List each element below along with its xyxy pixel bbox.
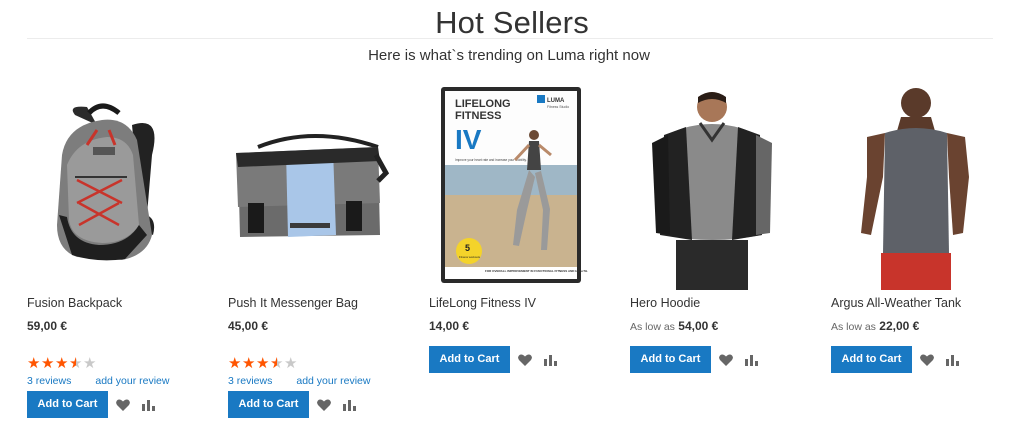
heart-icon[interactable] (316, 397, 332, 413)
add-to-cart-button[interactable]: Add to Cart (831, 346, 912, 373)
dvd-badge-number: 5 (465, 243, 470, 253)
product-card: Hero Hoodie As low as 54,00 € Add to Car… (630, 85, 810, 445)
product-card: Push It Messenger Bag 45,00 € ★★★★★ 3 re… (228, 85, 408, 445)
product-name[interactable]: LifeLong Fitness IV (429, 296, 536, 310)
heart-icon[interactable] (919, 352, 935, 368)
product-card: Argus All-Weather Tank As low as 22,00 €… (831, 85, 1011, 445)
dvd-title-1: LIFELONG (455, 98, 511, 110)
add-to-cart-button[interactable]: Add to Cart (27, 391, 108, 418)
dvd-title-3: IV (455, 124, 482, 155)
product-price: 14,00 € (429, 319, 470, 333)
star-icon: ★ (270, 355, 284, 372)
product-name[interactable]: Argus All-Weather Tank (831, 296, 961, 310)
product-price: 45,00 € (228, 319, 269, 333)
product-name[interactable]: Hero Hoodie (630, 296, 700, 310)
product-price: 59,00 € (27, 319, 68, 333)
section-title: Hot Sellers (435, 5, 589, 40)
product-name[interactable]: Push It Messenger Bag (228, 296, 358, 310)
star-icon: ★ (242, 355, 256, 372)
title-divider (27, 38, 993, 39)
reviews-count-link[interactable]: 3 reviews (228, 375, 272, 387)
product-image-messenger-bag[interactable] (228, 85, 398, 290)
heart-icon[interactable] (115, 397, 131, 413)
reviews-count-link[interactable]: 3 reviews (27, 375, 71, 387)
as-low-as-label: As low as (630, 321, 675, 333)
dvd-title-2: FITNESS (455, 110, 501, 122)
product-name[interactable]: Fusion Backpack (27, 296, 122, 310)
rating-stars: ★★★★★ (27, 355, 97, 372)
product-image-backpack[interactable] (27, 85, 197, 290)
product-image-hoodie[interactable] (630, 85, 800, 290)
heart-icon[interactable] (517, 352, 533, 368)
bar-chart-icon[interactable] (140, 397, 156, 413)
product-image-dvd[interactable]: LIFELONG FITNESS IV LUMA Fitness Studio … (429, 85, 599, 290)
price-amount: 22,00 € (879, 319, 920, 333)
product-card: LIFELONG FITNESS IV LUMA Fitness Studio … (429, 85, 609, 445)
dvd-brand-sub: Fitness Studio (547, 105, 569, 109)
bar-chart-icon[interactable] (743, 352, 759, 368)
bar-chart-icon[interactable] (341, 397, 357, 413)
product-image-tank[interactable] (831, 85, 1001, 290)
add-review-link[interactable]: add your review (296, 375, 370, 387)
section-subtitle: Here is what`s trending on Luma right no… (368, 47, 650, 64)
star-icon: ★ (83, 355, 97, 372)
bar-chart-icon[interactable] (944, 352, 960, 368)
star-icon: ★ (69, 355, 83, 372)
product-price: As low as 54,00 € (630, 319, 718, 333)
rating-stars: ★★★★★ (228, 355, 298, 372)
star-icon: ★ (228, 355, 242, 372)
dvd-brand: LUMA (547, 98, 565, 104)
star-icon: ★ (256, 355, 270, 372)
product-grid: Fusion Backpack 59,00 € ★★★★★ 3 reviews a… (0, 85, 1024, 445)
bar-chart-icon[interactable] (542, 352, 558, 368)
reviews-links: 3 reviews add your review (228, 375, 370, 387)
dvd-footer: FOR OVERALL IMPROVEMENT IN FUNCTIONAL FI… (485, 269, 588, 273)
add-to-cart-button[interactable]: Add to Cart (630, 346, 711, 373)
add-to-cart-button[interactable]: Add to Cart (228, 391, 309, 418)
add-to-cart-button[interactable]: Add to Cart (429, 346, 510, 373)
dvd-badge-text: Fitness workouts (459, 255, 481, 259)
price-amount: 54,00 € (678, 319, 719, 333)
product-card: Fusion Backpack 59,00 € ★★★★★ 3 reviews a… (27, 85, 207, 445)
star-icon: ★ (55, 355, 69, 372)
star-icon: ★ (27, 355, 41, 372)
heart-icon[interactable] (718, 352, 734, 368)
product-price: As low as 22,00 € (831, 319, 919, 333)
as-low-as-label: As low as (831, 321, 876, 333)
star-icon: ★ (284, 355, 298, 372)
add-review-link[interactable]: add your review (95, 375, 169, 387)
star-icon: ★ (41, 355, 55, 372)
reviews-links: 3 reviews add your review (27, 375, 169, 387)
